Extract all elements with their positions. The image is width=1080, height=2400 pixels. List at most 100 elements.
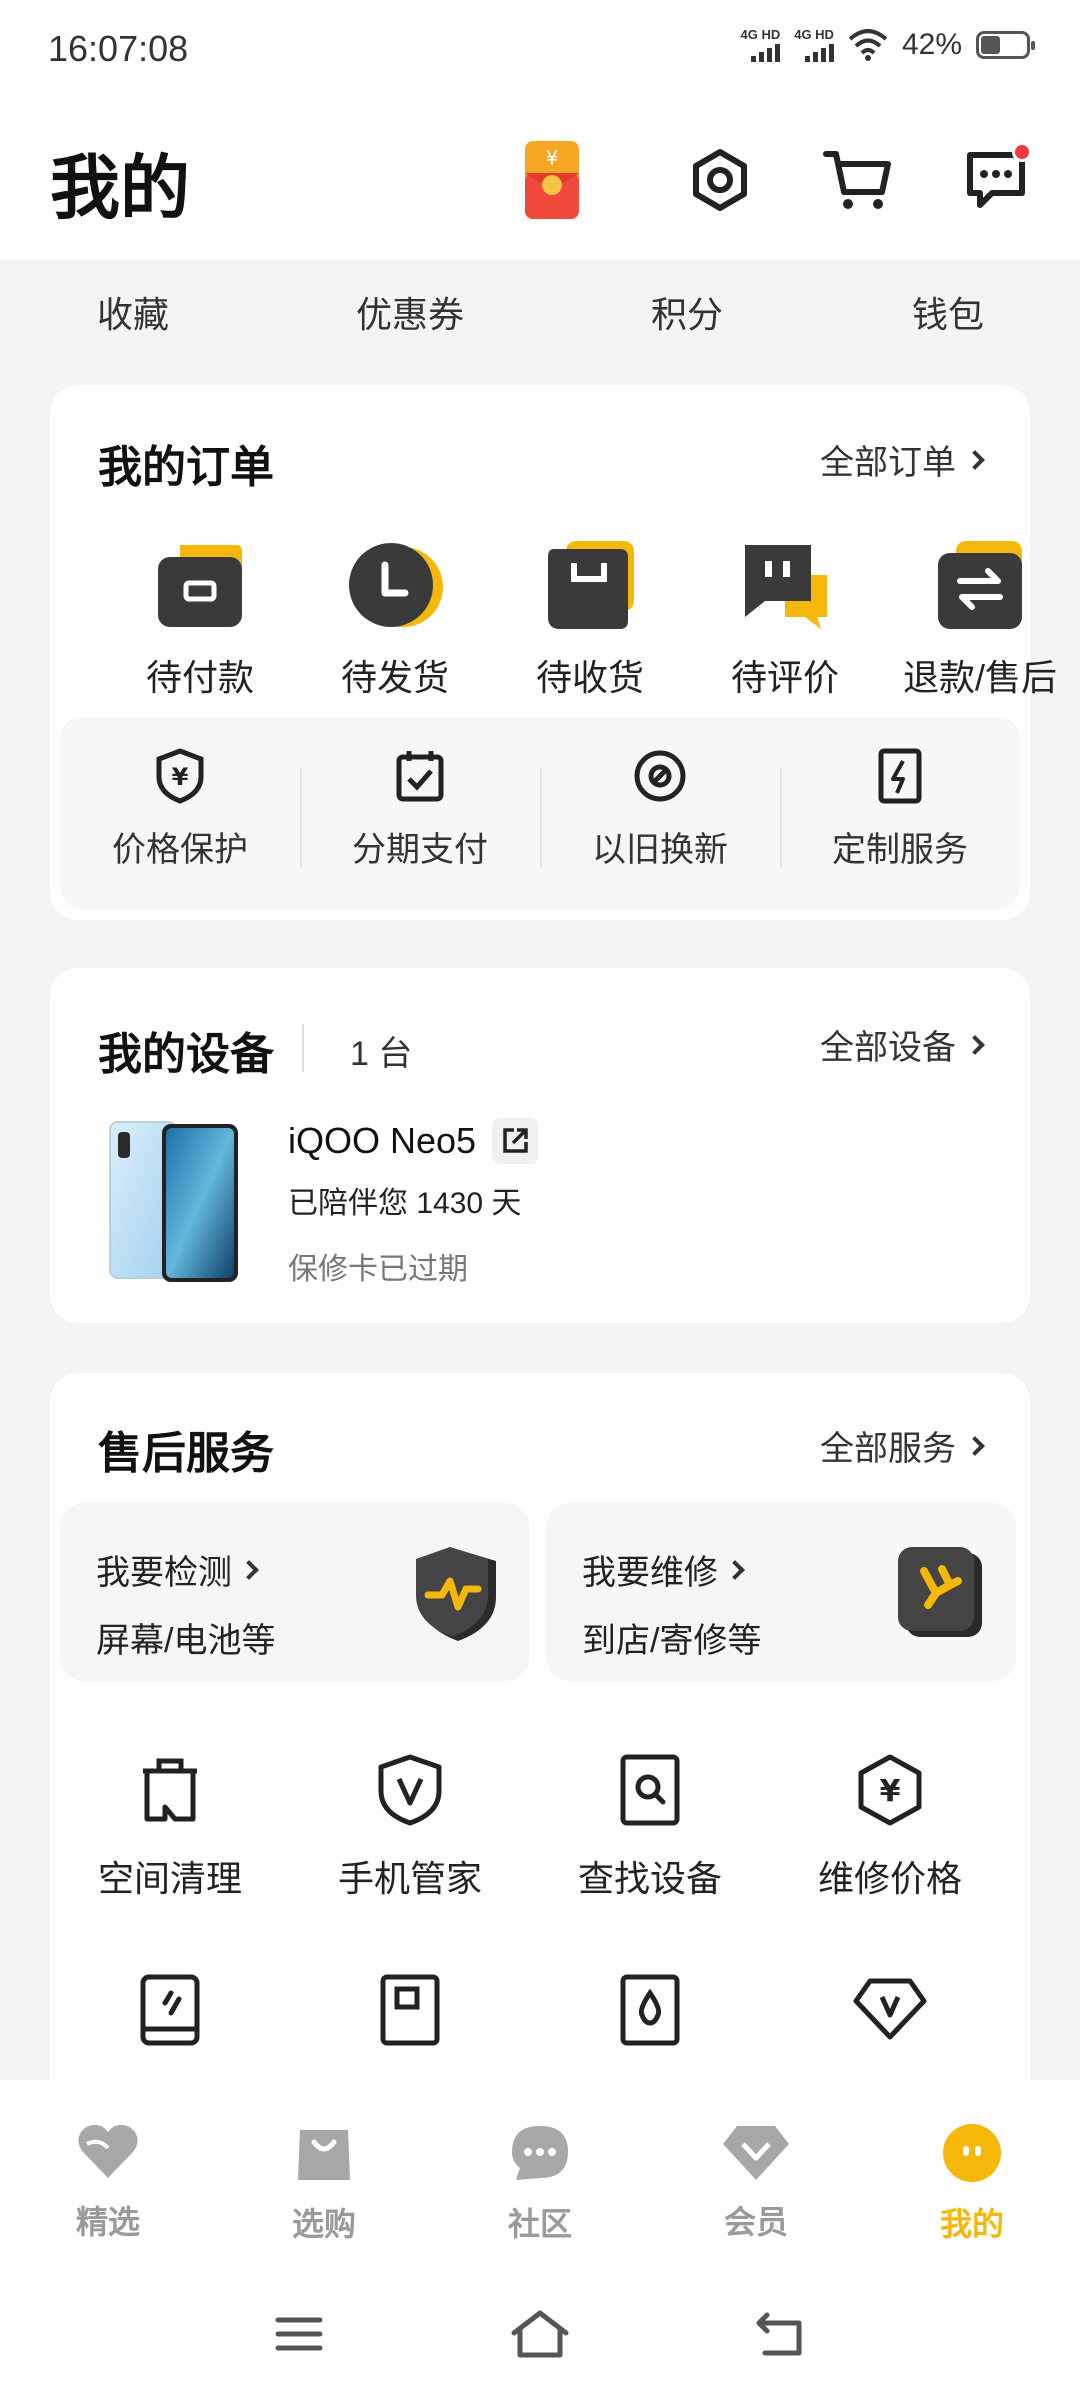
device-days: 已陪伴您 1430 天 [288, 1187, 522, 1220]
cart-button[interactable] [818, 140, 898, 220]
home-button[interactable] [505, 2304, 575, 2364]
shopping-bag-icon [298, 2130, 350, 2180]
external-link-icon [503, 1128, 528, 1153]
find-device-item[interactable]: 查找设备 [530, 1753, 770, 1902]
nav-me[interactable]: 我的 [892, 2122, 1052, 2245]
price-protection-item[interactable]: ¥ 价格保护 [60, 747, 300, 871]
svg-text:¥: ¥ [546, 146, 559, 170]
detect-title-row: 我要检测 [96, 1545, 259, 1594]
devices-card: 我的设备 1 台 全部设备 iQOO Neo5 已陪伴您 1430 天 保修卡已… [50, 968, 1030, 1323]
find-device-icon [620, 1754, 680, 1826]
network-label-1: 4G HD [740, 27, 781, 42]
messages-button[interactable] [956, 140, 1036, 220]
nav-membership[interactable]: 会员 [676, 2122, 836, 2243]
after-sales-title: 售后服务 [98, 1429, 274, 1478]
service-label: 定制服务 [832, 831, 968, 869]
order-pending-review[interactable]: 待评价 [695, 535, 875, 701]
trade-in-icon [634, 750, 686, 802]
box-icon [540, 535, 640, 635]
order-label: 待发货 [340, 657, 449, 698]
after-sales-card: 售后服务 全部服务 我要检测 屏幕/电池等 我要维修 到店/寄修等 空间清理 手… [50, 1373, 1030, 2133]
devices-title: 我的设备 [98, 1030, 274, 1079]
comment-icon [735, 535, 835, 635]
order-pending-shipment[interactable]: 待发货 [305, 535, 485, 701]
all-services-link[interactable]: 全部服务 [820, 1421, 985, 1470]
all-orders-link[interactable]: 全部订单 [820, 435, 985, 484]
svg-text:¥: ¥ [880, 1774, 901, 1809]
cart-icon [823, 151, 891, 209]
back-button[interactable] [745, 2304, 815, 2364]
chevron-right-icon [239, 1559, 259, 1580]
menu-icon [275, 2317, 323, 2351]
trade-in-item[interactable]: 以旧换新 [540, 747, 780, 871]
diamond-icon [723, 2126, 789, 2180]
settings-button[interactable] [680, 140, 760, 220]
book-icon [140, 1974, 200, 2046]
quick-link-points[interactable]: 积分 [651, 286, 723, 338]
all-devices-link[interactable]: 全部设备 [820, 1020, 985, 1069]
member-benefit-item[interactable] [770, 1973, 1010, 2052]
tool-label: 空间清理 [97, 1858, 242, 1899]
space-cleanup-item[interactable]: 空间清理 [50, 1753, 290, 1902]
detect-service-box[interactable]: 我要检测 屏幕/电池等 [60, 1503, 530, 1681]
device-name-row: iQOO Neo5 [288, 1118, 539, 1164]
chevron-right-icon [725, 1559, 745, 1580]
square-frame-icon [380, 1974, 440, 2046]
repair-price-item[interactable]: ¥ 维修价格 [770, 1753, 1010, 1902]
status-time: 16:07:08 [48, 28, 189, 69]
orders-card: 我的订单 全部订单 待付款 待发货 待收货 待评价 退款/售后 ¥ 价格保护 分… [50, 385, 1057, 920]
repair-desc: 到店/寄修等 [582, 1622, 762, 1660]
quick-link-wallet[interactable]: 钱包 [912, 286, 984, 338]
battery-percent: 42% [901, 28, 962, 61]
nav-label: 社区 [507, 2206, 572, 2242]
network-label-2: 4G HD [794, 27, 834, 42]
order-pending-receipt[interactable]: 待收货 [500, 535, 680, 701]
menu-button[interactable] [264, 2304, 334, 2364]
repair-title: 我要维修 [582, 1554, 718, 1592]
device-item[interactable]: iQOO Neo5 已陪伴您 1430 天 保修卡已过期 [98, 1118, 978, 1288]
lightning-doc-icon [878, 748, 922, 804]
settings-icon [693, 149, 747, 211]
phone-manager-item[interactable]: 手机管家 [290, 1753, 530, 1902]
order-label: 退款/售后 [902, 657, 1057, 698]
shield-yuan-icon: ¥ [156, 748, 204, 804]
quick-links-row: 收藏 优惠券 积分 钱包 [0, 260, 1080, 350]
chevron-right-icon [965, 1034, 985, 1055]
manual-item[interactable] [50, 1973, 290, 2052]
system-navigation-bar [0, 2260, 1080, 2400]
all-devices-label: 全部设备 [820, 1029, 956, 1067]
order-pending-payment[interactable]: 待付款 [110, 535, 290, 701]
order-services-panel: ¥ 价格保护 分期支付 以旧换新 定制服务 [60, 717, 1020, 909]
nav-label: 精选 [75, 2204, 140, 2240]
quick-link-coupons[interactable]: 优惠券 [356, 286, 464, 338]
detect-desc: 屏幕/电池等 [96, 1622, 276, 1660]
red-envelope-button[interactable]: ¥ [512, 140, 592, 220]
open-external-button[interactable] [492, 1118, 539, 1164]
price-tag-icon: ¥ [858, 1754, 922, 1826]
shield-pulse-icon [416, 1547, 496, 1641]
nav-shop[interactable]: 选购 [244, 2122, 404, 2245]
quick-link-favorites[interactable]: 收藏 [97, 286, 169, 338]
notification-dot [1012, 142, 1032, 162]
installment-item[interactable]: 分期支付 [300, 747, 540, 871]
order-label: 待付款 [145, 657, 254, 698]
order-refund-aftersales[interactable]: 退款/售后 [890, 535, 1070, 701]
nav-featured[interactable]: 精选 [28, 2122, 188, 2243]
custom-service-item[interactable]: 定制服务 [780, 747, 1020, 871]
repair-service-box[interactable]: 我要维修 到店/寄修等 [546, 1503, 1016, 1681]
tool-label: 维修价格 [817, 1858, 962, 1899]
home-icon [511, 2310, 569, 2358]
tool-label: 手机管家 [337, 1858, 482, 1899]
detect-title: 我要检测 [96, 1554, 232, 1592]
face-icon [943, 2124, 1001, 2182]
service-label: 分期支付 [352, 831, 488, 869]
service-label: 以旧换新 [592, 831, 728, 869]
device-name: iQOO Neo5 [288, 1120, 477, 1161]
order-label: 待收货 [535, 657, 644, 698]
all-orders-label: 全部订单 [820, 444, 956, 482]
water-damage-item[interactable] [530, 1973, 770, 2052]
screen-check-item[interactable] [290, 1973, 530, 2052]
warranty-status: 保修卡已过期 [288, 1253, 468, 1286]
nav-community[interactable]: 社区 [460, 2122, 620, 2245]
tool-label: 查找设备 [577, 1858, 722, 1899]
